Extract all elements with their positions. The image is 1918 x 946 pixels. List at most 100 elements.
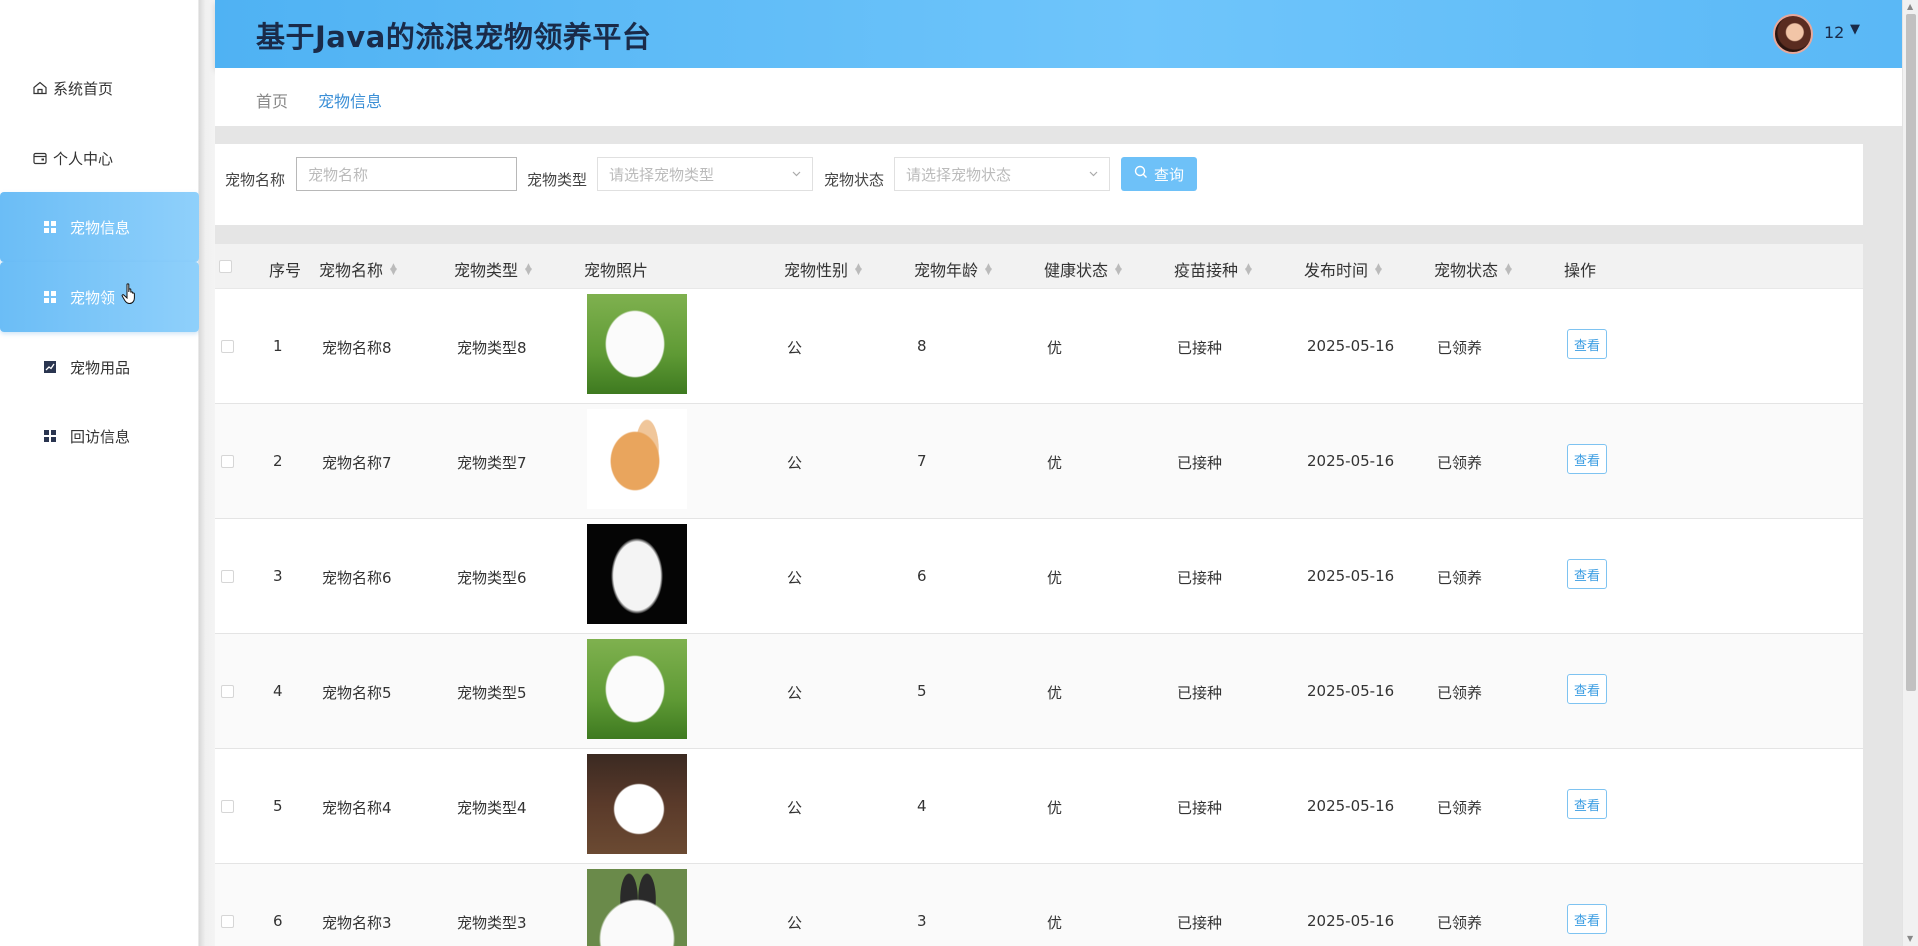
- cell-status: 已领养: [1437, 914, 1483, 932]
- cell-vaccine: 已接种: [1177, 914, 1223, 932]
- cell-gender: 公: [787, 684, 803, 702]
- row-checkbox[interactable]: [221, 915, 234, 928]
- view-button[interactable]: 查看: [1567, 329, 1607, 359]
- pet-photo[interactable]: [587, 869, 687, 946]
- col-header-sortable[interactable]: 宠物状态 ▲ ▼: [1434, 257, 1512, 281]
- caret-down-icon[interactable]: ▼: [1850, 22, 1860, 37]
- cell-name: 宠物名称5: [322, 684, 392, 702]
- cell-type: 宠物类型6: [457, 569, 527, 587]
- cell-time: 2025-05-16: [1307, 567, 1395, 585]
- col-header-label: 疫苗接种: [1174, 261, 1239, 280]
- breadcrumb-home[interactable]: 首页: [256, 88, 288, 112]
- cell-status: 已领养: [1437, 684, 1483, 702]
- sort-icon: ▲ ▼: [525, 262, 532, 277]
- cell-index: 5: [273, 797, 283, 815]
- breadcrumb: 首页 宠物信息: [215, 68, 1902, 126]
- pet-photo[interactable]: [587, 524, 687, 624]
- scroll-up-arrow-icon[interactable]: ▲: [1907, 2, 1913, 11]
- table-row: 3 宠物名称6 宠物类型6 公 6 优 已接种 2025-05-16 已领养 查…: [215, 519, 1863, 634]
- cell-gender: 公: [787, 799, 803, 817]
- cell-name: 宠物名称6: [322, 569, 392, 587]
- grid-icon: [42, 289, 58, 305]
- grid-icon: [42, 428, 58, 444]
- col-header-sortable[interactable]: 宠物性别 ▲ ▼: [784, 257, 862, 281]
- row-checkbox[interactable]: [221, 685, 234, 698]
- scroll-down-arrow-icon[interactable]: ▼: [1907, 934, 1913, 943]
- view-button[interactable]: 查看: [1567, 674, 1607, 704]
- sidebar-item-pet-info[interactable]: 宠物信息: [0, 192, 199, 262]
- col-header-sortable[interactable]: 宠物年龄 ▲ ▼: [914, 257, 992, 281]
- cell-age: 7: [917, 452, 927, 470]
- chevron-down-icon: [791, 168, 802, 182]
- search-panel: 宠物名称 宠物名称 宠物类型 请选择宠物类型 宠物状态 请选择宠物状态 查询: [215, 144, 1863, 225]
- cell-age: 8: [917, 337, 927, 355]
- sort-icon: ▲ ▼: [1375, 262, 1382, 277]
- cell-age: 3: [917, 912, 927, 930]
- select-all-checkbox[interactable]: [219, 260, 232, 273]
- cell-status: 已领养: [1437, 339, 1483, 357]
- pet-status-select[interactable]: 请选择宠物状态: [894, 157, 1110, 191]
- sidebar-item-personal-center[interactable]: 个人中心: [0, 123, 199, 193]
- app-title: 基于Java的流浪宠物领养平台: [256, 20, 652, 54]
- col-header-sortable[interactable]: 疫苗接种 ▲ ▼: [1174, 257, 1252, 281]
- col-header-label: 宠物状态: [1434, 261, 1499, 280]
- home-icon: [32, 80, 48, 96]
- col-header-sortable[interactable]: 宠物类型 ▲ ▼: [454, 257, 532, 281]
- sidebar-item-pet-adoption[interactable]: 宠物领: [0, 262, 199, 332]
- cell-status: 已领养: [1437, 799, 1483, 817]
- row-checkbox[interactable]: [221, 455, 234, 468]
- sidebar-item-pet-supplies[interactable]: 宠物用品: [0, 332, 199, 402]
- search-button[interactable]: 查询: [1121, 157, 1197, 191]
- pet-type-select[interactable]: 请选择宠物类型: [597, 157, 813, 191]
- cell-vaccine: 已接种: [1177, 684, 1223, 702]
- cell-gender: 公: [787, 569, 803, 587]
- cell-vaccine: 已接种: [1177, 339, 1223, 357]
- cell-name: 宠物名称7: [322, 454, 392, 472]
- pet-photo[interactable]: [587, 294, 687, 394]
- cell-type: 宠物类型3: [457, 914, 527, 932]
- scrollbar-thumb[interactable]: [1906, 14, 1916, 691]
- cell-time: 2025-05-16: [1307, 452, 1395, 470]
- page-scrollbar[interactable]: ▲ ▼: [1902, 0, 1918, 946]
- cell-index: 4: [273, 682, 283, 700]
- sort-icon: ▲ ▼: [1245, 262, 1252, 277]
- cell-status: 已领养: [1437, 454, 1483, 472]
- col-header-sortable[interactable]: 宠物名称 ▲ ▼: [319, 257, 397, 281]
- view-button[interactable]: 查看: [1567, 789, 1607, 819]
- col-header-label: 宠物年龄: [914, 261, 979, 280]
- col-header-sortable[interactable]: 健康状态 ▲ ▼: [1044, 257, 1122, 281]
- sidebar-item-home[interactable]: 系统首页: [0, 53, 199, 123]
- view-button[interactable]: 查看: [1567, 444, 1607, 474]
- col-header-sortable[interactable]: 发布时间 ▲ ▼: [1304, 257, 1382, 281]
- avatar[interactable]: [1773, 14, 1813, 54]
- cell-age: 5: [917, 682, 927, 700]
- cell-name: 宠物名称4: [322, 799, 392, 817]
- top-header: 基于Java的流浪宠物领养平台 12 ▼: [215, 0, 1902, 68]
- table-row: 5 宠物名称4 宠物类型4 公 4 优 已接种 2025-05-16 已领养 查…: [215, 749, 1863, 864]
- sidebar-item-followup-info[interactable]: 回访信息: [0, 401, 199, 471]
- row-checkbox[interactable]: [221, 340, 234, 353]
- chart-icon: [42, 359, 58, 375]
- cell-index: 1: [273, 337, 283, 355]
- wallet-icon: [32, 150, 48, 166]
- pet-photo[interactable]: [587, 409, 687, 509]
- view-button[interactable]: 查看: [1567, 904, 1607, 934]
- row-checkbox[interactable]: [221, 570, 234, 583]
- pet-type-placeholder: 请选择宠物类型: [609, 165, 715, 184]
- user-name[interactable]: 12: [1824, 23, 1844, 42]
- pet-table: 序号 宠物名称 ▲ ▼ 宠物类型 ▲ ▼ 宠物照片 宠物性别 ▲ ▼ 宠物年龄 ▲ ▼ 健康状态…: [215, 244, 1863, 946]
- cell-age: 4: [917, 797, 927, 815]
- view-button[interactable]: 查看: [1567, 559, 1607, 589]
- cell-health: 优: [1047, 339, 1063, 357]
- col-header: 操作: [1564, 261, 1597, 280]
- cell-gender: 公: [787, 454, 803, 472]
- grid-icon: [42, 219, 58, 235]
- pet-photo[interactable]: [587, 754, 687, 854]
- pet-status-placeholder: 请选择宠物状态: [906, 165, 1012, 184]
- pet-name-input[interactable]: 宠物名称: [296, 157, 517, 191]
- col-header: 序号: [269, 261, 302, 280]
- pet-photo[interactable]: [587, 639, 687, 739]
- cell-health: 优: [1047, 454, 1063, 472]
- cell-type: 宠物类型4: [457, 799, 527, 817]
- row-checkbox[interactable]: [221, 800, 234, 813]
